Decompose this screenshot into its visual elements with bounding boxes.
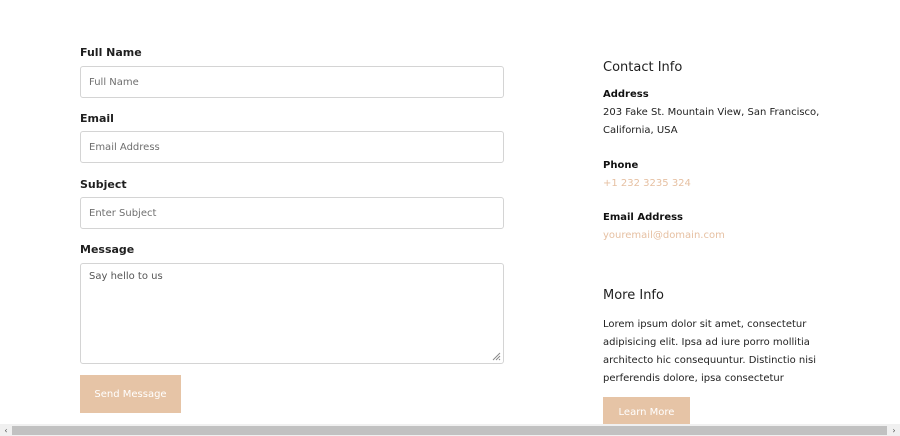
more-info-line: architecto hic consequuntur. Distinctio … (603, 355, 817, 366)
more-info-line: adipisicing elit. Ipsa ad iure porro mol… (603, 337, 810, 348)
scroll-right-icon[interactable]: › (888, 424, 900, 436)
subject-field-wrap (80, 197, 504, 229)
subject-label: Subject (80, 178, 127, 191)
subject-input[interactable] (81, 198, 503, 228)
contact-info-title: Contact Info (603, 60, 683, 75)
more-info-line: Lorem ipsum dolor sit amet, consectetur (603, 319, 807, 330)
email-input[interactable] (81, 132, 503, 162)
more-info-text: Lorem ipsum dolor sit amet, consectetur … (603, 316, 818, 388)
send-message-button[interactable]: Send Message (80, 375, 181, 413)
email-label: Email (80, 112, 114, 125)
message-label: Message (80, 243, 135, 256)
address-line-2: California, USA (603, 125, 678, 136)
address-line-1: 203 Fake St. Mountain View, San Francisc… (603, 107, 820, 118)
email-field-wrap (80, 131, 504, 163)
resize-handle-icon[interactable] (492, 352, 501, 361)
full-name-field-wrap (80, 66, 504, 98)
learn-more-button[interactable]: Learn More (603, 397, 690, 427)
horizontal-scrollbar[interactable]: ‹ › (0, 424, 900, 436)
address-label: Address (603, 89, 649, 100)
more-info-title: More Info (603, 288, 664, 303)
scrollbar-thumb[interactable] (12, 426, 887, 435)
phone-link[interactable]: +1 232 3235 324 (603, 178, 691, 189)
message-field-wrap (80, 263, 504, 364)
full-name-label: Full Name (80, 46, 142, 59)
email-address-label: Email Address (603, 212, 684, 223)
full-name-input[interactable] (81, 67, 503, 97)
phone-label: Phone (603, 160, 639, 171)
scroll-left-icon[interactable]: ‹ (0, 424, 12, 436)
more-info-line: perferendis dolore, ipsa consectetur (603, 373, 784, 384)
email-link[interactable]: youremail@domain.com (603, 230, 725, 241)
message-textarea[interactable] (81, 264, 503, 363)
